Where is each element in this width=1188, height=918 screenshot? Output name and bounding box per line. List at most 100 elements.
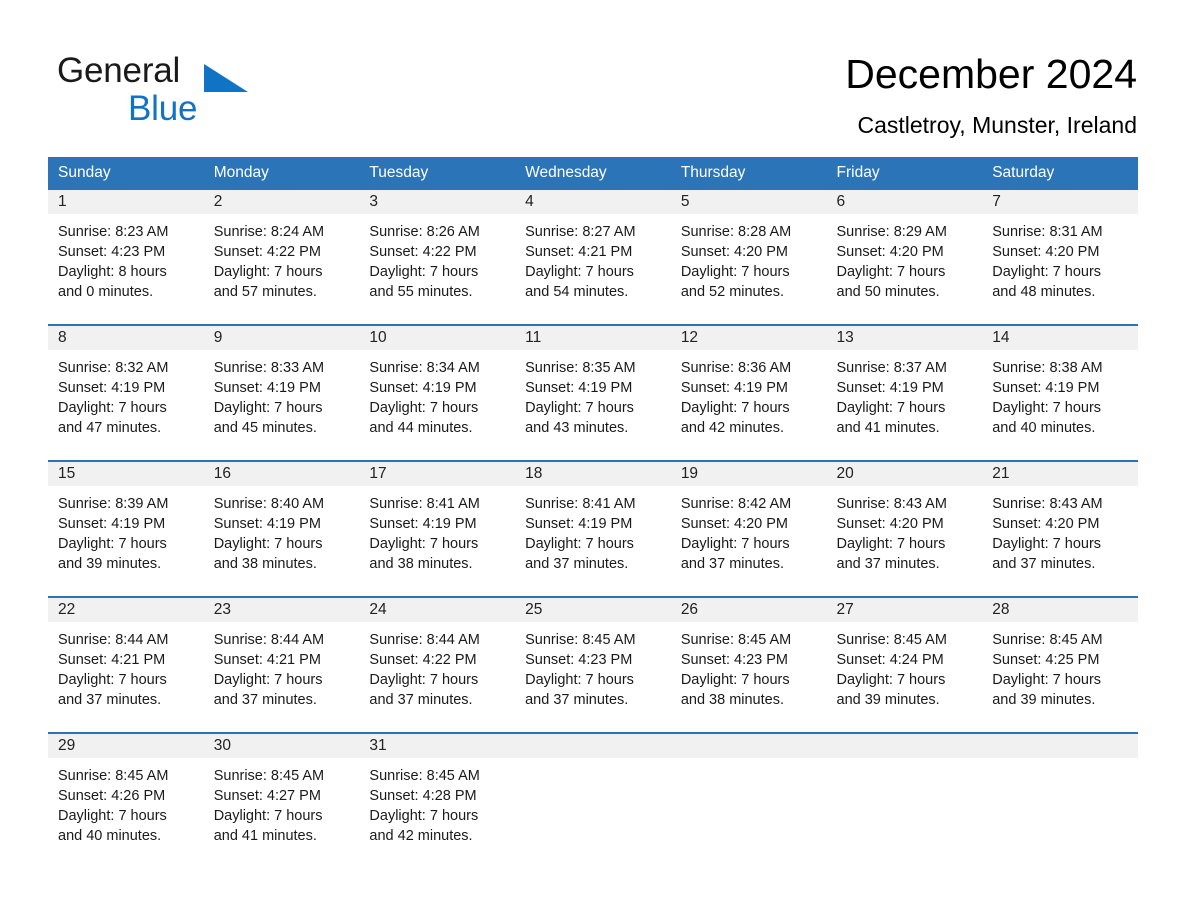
- calendar-day-cell[interactable]: 9 Sunrise: 8:33 AM Sunset: 4:19 PM Daylight…: [203, 324, 360, 447]
- daylight-text: Daylight: 7 hours and 37 minutes.: [525, 672, 634, 708]
- calendar-day-cell[interactable]: 21 Sunrise: 8:43 AM Sunset: 4:20 PM Dayligh…: [982, 460, 1138, 583]
- calendar-day-cell[interactable]: 12 Sunrise: 8:36 AM Sunset: 4:19 PM Dayligh…: [670, 324, 827, 447]
- day-cell-inner: 15 Sunrise: 8:39 AM Sunset: 4:19 PM Dayligh…: [48, 462, 204, 583]
- calendar-day-cell[interactable]: 20 Sunrise: 8:43 AM Sunset: 4:20 PM Dayligh…: [826, 460, 983, 583]
- sunset-text: Sunset: 4:19 PM: [369, 516, 477, 532]
- calendar-day-cell[interactable]: 8 Sunrise: 8:32 AM Sunset: 4:19 PM Daylight…: [48, 324, 204, 447]
- calendar-day-cell[interactable]: 10 Sunrise: 8:34 AM Sunset: 4:19 PM Dayligh…: [359, 324, 516, 447]
- calendar-day-cell[interactable]: 15 Sunrise: 8:39 AM Sunset: 4:19 PM Dayligh…: [48, 460, 204, 583]
- day-number: 25: [515, 598, 671, 622]
- calendar-day-cell[interactable]: 30 Sunrise: 8:45 AM Sunset: 4:27 PM Dayligh…: [203, 732, 360, 855]
- logo-text-blue: Blue: [128, 89, 198, 128]
- sunrise-text: Sunrise: 8:41 AM: [525, 496, 636, 512]
- day-details: Sunrise: 8:42 AM Sunset: 4:20 PM Daylight:…: [671, 486, 827, 574]
- daylight-text: Daylight: 7 hours and 39 minutes.: [992, 672, 1102, 708]
- calendar-day-cell[interactable]: 18 Sunrise: 8:41 AM Sunset: 4:19 PM Dayligh…: [515, 460, 671, 583]
- day-details: Sunrise: 8:41 AM Sunset: 4:19 PM Daylight:…: [515, 486, 671, 574]
- day-number: 4: [515, 190, 671, 214]
- day-number: 26: [670, 598, 827, 622]
- sunrise-text: Sunrise: 8:43 AM: [992, 496, 1103, 512]
- calendar-day-cell[interactable]: 29 Sunrise: 8:45 AM Sunset: 4:26 PM Dayligh…: [48, 732, 204, 855]
- day-details: Sunrise: 8:38 AM Sunset: 4:19 PM Daylight:…: [982, 350, 1138, 438]
- sunset-text: Sunset: 4:19 PM: [58, 380, 166, 396]
- daylight-text: Daylight: 7 hours and 40 minutes.: [58, 808, 167, 844]
- calendar-day-cell[interactable]: 19 Sunrise: 8:42 AM Sunset: 4:20 PM Dayligh…: [670, 460, 827, 583]
- calendar-day-cell[interactable]: 28 Sunrise: 8:45 AM Sunset: 4:25 PM Dayligh…: [982, 596, 1138, 719]
- calendar-day-cell[interactable]: 17 Sunrise: 8:41 AM Sunset: 4:19 PM Dayligh…: [359, 460, 516, 583]
- calendar-day-cell[interactable]: 13 Sunrise: 8:37 AM Sunset: 4:19 PM Dayligh…: [826, 324, 983, 447]
- sunrise-text: Sunrise: 8:43 AM: [836, 496, 947, 512]
- daylight-text: Daylight: 7 hours and 40 minutes.: [992, 400, 1102, 436]
- sunset-text: Sunset: 4:22 PM: [369, 244, 477, 260]
- calendar-day-cell[interactable]: 23 Sunrise: 8:44 AM Sunset: 4:21 PM Dayligh…: [203, 596, 360, 719]
- day-number: 9: [203, 326, 360, 350]
- calendar-day-cell[interactable]: 31 Sunrise: 8:45 AM Sunset: 4:28 PM Dayligh…: [359, 732, 516, 855]
- calendar-week-row: 22 Sunrise: 8:44 AM Sunset: 4:21 PM Dayligh…: [48, 596, 1138, 719]
- day-cell-inner: 20 Sunrise: 8:43 AM Sunset: 4:20 PM Dayligh…: [826, 462, 983, 583]
- calendar-day-cell[interactable]: 14 Sunrise: 8:38 AM Sunset: 4:19 PM Dayligh…: [982, 324, 1138, 447]
- sunset-text: Sunset: 4:20 PM: [836, 244, 944, 260]
- sunset-text: Sunset: 4:19 PM: [525, 516, 633, 532]
- day-cell-inner: [515, 734, 671, 855]
- page-header: General Blue December 2024 Castletroy, M…: [0, 0, 1188, 152]
- day-details: Sunrise: 8:44 AM Sunset: 4:22 PM Daylight:…: [359, 622, 515, 710]
- day-details: Sunrise: 8:43 AM Sunset: 4:20 PM Daylight:…: [982, 486, 1138, 574]
- sunrise-text: Sunrise: 8:23 AM: [58, 224, 169, 240]
- day-number: 2: [203, 190, 360, 214]
- daylight-text: Daylight: 7 hours and 37 minutes.: [369, 672, 479, 708]
- sunrise-text: Sunrise: 8:33 AM: [213, 360, 325, 376]
- calendar-day-cell[interactable]: 6 Sunrise: 8:29 AM Sunset: 4:20 PM Daylight…: [826, 190, 983, 311]
- calendar-body: 1 Sunrise: 8:23 AM Sunset: 4:23 PM Daylight…: [48, 190, 1138, 855]
- calendar-day-cell[interactable]: 25 Sunrise: 8:45 AM Sunset: 4:23 PM Dayligh…: [515, 596, 671, 719]
- day-cell-inner: 19 Sunrise: 8:42 AM Sunset: 4:20 PM Dayligh…: [670, 462, 827, 583]
- week-spacer-row: [48, 311, 1138, 325]
- calendar-day-cell[interactable]: 24 Sunrise: 8:44 AM Sunset: 4:22 PM Dayligh…: [359, 596, 516, 719]
- sunrise-text: Sunrise: 8:34 AM: [369, 360, 480, 376]
- day-cell-inner: 5 Sunrise: 8:28 AM Sunset: 4:20 PM Daylight…: [670, 190, 827, 311]
- calendar-day-cell[interactable]: 3 Sunrise: 8:26 AM Sunset: 4:22 PM Daylight…: [359, 190, 516, 311]
- calendar-day-cell[interactable]: 2 Sunrise: 8:24 AM Sunset: 4:22 PM Daylight…: [203, 190, 360, 311]
- day-number: 17: [359, 462, 516, 486]
- calendar-day-cell[interactable]: 1 Sunrise: 8:23 AM Sunset: 4:23 PM Daylight…: [48, 190, 204, 311]
- sunset-text: Sunset: 4:21 PM: [213, 652, 321, 668]
- day-cell-inner: 3 Sunrise: 8:26 AM Sunset: 4:22 PM Daylight…: [359, 190, 516, 311]
- day-details: Sunrise: 8:36 AM Sunset: 4:19 PM Daylight:…: [671, 350, 827, 438]
- daylight-text: Daylight: 7 hours and 45 minutes.: [213, 400, 323, 436]
- sunset-text: Sunset: 4:22 PM: [213, 244, 321, 260]
- calendar-day-cell[interactable]: 11 Sunrise: 8:35 AM Sunset: 4:19 PM Dayligh…: [515, 324, 671, 447]
- sunset-text: Sunset: 4:19 PM: [213, 516, 321, 532]
- daylight-text: Daylight: 7 hours and 41 minutes.: [213, 808, 323, 844]
- calendar-day-cell[interactable]: 16 Sunrise: 8:40 AM Sunset: 4:19 PM Dayligh…: [203, 460, 360, 583]
- week-spacer-row: [48, 719, 1138, 733]
- sunset-text: Sunset: 4:26 PM: [58, 788, 166, 804]
- sunrise-text: Sunrise: 8:26 AM: [369, 224, 480, 240]
- weekday-header-tuesday: Tuesday: [359, 157, 516, 190]
- calendar-day-cell[interactable]: 5 Sunrise: 8:28 AM Sunset: 4:20 PM Daylight…: [670, 190, 827, 311]
- daylight-text: Daylight: 7 hours and 37 minutes.: [836, 536, 946, 572]
- calendar-day-cell[interactable]: 27 Sunrise: 8:45 AM Sunset: 4:24 PM Dayligh…: [826, 596, 983, 719]
- day-number: 22: [48, 598, 204, 622]
- sunset-text: Sunset: 4:20 PM: [992, 244, 1100, 260]
- sunrise-text: Sunrise: 8:45 AM: [369, 768, 480, 784]
- day-number: 18: [515, 462, 671, 486]
- calendar-day-cell[interactable]: 22 Sunrise: 8:44 AM Sunset: 4:21 PM Dayligh…: [48, 596, 204, 719]
- day-cell-inner: 1 Sunrise: 8:23 AM Sunset: 4:23 PM Daylight…: [48, 190, 204, 311]
- week-spacer-row: [48, 583, 1138, 597]
- daylight-text: Daylight: 7 hours and 42 minutes.: [680, 400, 790, 436]
- day-cell-inner: 17 Sunrise: 8:41 AM Sunset: 4:19 PM Dayligh…: [359, 462, 516, 583]
- day-details: Sunrise: 8:27 AM Sunset: 4:21 PM Daylight:…: [515, 214, 671, 302]
- day-cell-inner: 29 Sunrise: 8:45 AM Sunset: 4:26 PM Dayligh…: [48, 734, 204, 855]
- sunrise-text: Sunrise: 8:35 AM: [525, 360, 636, 376]
- day-details: Sunrise: 8:45 AM Sunset: 4:27 PM Daylight:…: [204, 758, 360, 846]
- calendar-table: Sunday Monday Tuesday Wednesday Thursday…: [48, 157, 1138, 855]
- calendar-day-cell[interactable]: 4 Sunrise: 8:27 AM Sunset: 4:21 PM Daylight…: [515, 190, 671, 311]
- day-cell-inner: 11 Sunrise: 8:35 AM Sunset: 4:19 PM Dayligh…: [515, 326, 671, 447]
- calendar-empty-cell: [826, 732, 983, 855]
- sunset-text: Sunset: 4:27 PM: [213, 788, 321, 804]
- day-details: Sunrise: 8:45 AM Sunset: 4:23 PM Daylight:…: [671, 622, 827, 710]
- day-details: Sunrise: 8:37 AM Sunset: 4:19 PM Daylight:…: [827, 350, 983, 438]
- calendar-day-cell[interactable]: 26 Sunrise: 8:45 AM Sunset: 4:23 PM Dayligh…: [670, 596, 827, 719]
- day-cell-inner: 14 Sunrise: 8:38 AM Sunset: 4:19 PM Dayligh…: [982, 326, 1138, 447]
- daylight-text: Daylight: 7 hours and 39 minutes.: [58, 536, 167, 572]
- calendar-day-cell[interactable]: 7 Sunrise: 8:31 AM Sunset: 4:20 PM Daylight…: [982, 190, 1138, 311]
